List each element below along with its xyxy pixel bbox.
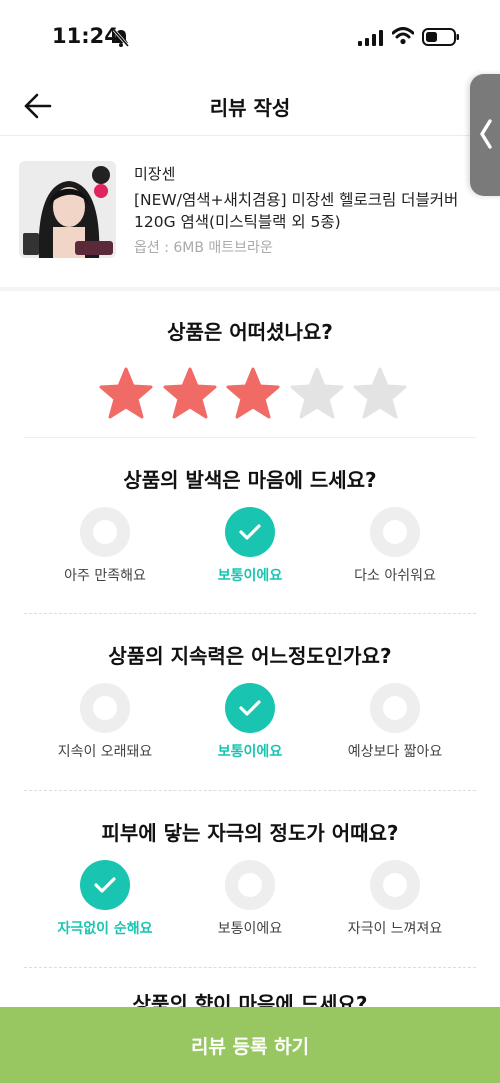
divider [24,613,476,614]
divider [24,967,476,968]
radio-circle-icon[interactable] [80,683,130,733]
options-irritation: 자극없이 순해요 보통이에요 자극이 느껴져요 [40,860,460,940]
question-longevity: 상품의 지속력은 어느정도인가요? [108,644,392,668]
radio-circle-icon[interactable] [370,683,420,733]
check-circle-icon[interactable] [80,860,130,910]
product-option: 옵션 : 6MB 매트브라운 [134,240,273,256]
star-icon[interactable] [225,366,281,422]
options-color: 아주 만족해요 보통이에요 다소 아쉬워요 [40,507,460,587]
submit-review-button[interactable]: 리뷰 등록 하기 [0,1007,500,1083]
option-label: 보통이에요 [217,744,283,760]
rating-question: 상품은 어떠셨나요? [167,320,333,344]
option-label: 보통이에요 [217,921,283,937]
status-bar: 11:24 [0,0,500,72]
product-name: [NEW/염색+새치겸용] 미장센 헬로크림 더블커버 120G 염색(미스틱블… [134,191,459,231]
option-choice[interactable]: 보통이에요 [185,860,315,940]
option-choice[interactable]: 예상보다 짧아요 [330,683,460,763]
option-label: 예상보다 짧아요 [347,744,443,760]
question-irritation: 피부에 닿는 자극의 정도가 어때요? [101,821,399,845]
option-choice[interactable]: 자극이 느껴져요 [330,860,460,940]
section-divider [0,287,500,291]
option-choice[interactable]: 지속이 오래돼요 [40,683,170,763]
option-label: 아주 만족해요 [64,568,146,584]
option-label: 보통이에요 [217,568,283,584]
option-choice[interactable]: 보통이에요 [185,507,315,587]
option-choice[interactable]: 자극없이 순해요 [40,860,170,940]
cellular-signal-icon [358,30,384,50]
options-longevity: 지속이 오래돼요 보통이에요 예상보다 짧아요 [40,683,460,763]
star-icon[interactable] [352,366,408,422]
star-icon[interactable] [289,366,345,422]
option-label: 다소 아쉬워요 [354,568,436,584]
star-icon[interactable] [162,366,218,422]
radio-circle-icon[interactable] [370,860,420,910]
divider [24,790,476,791]
radio-circle-icon[interactable] [370,507,420,557]
bell-muted-icon [112,28,130,52]
option-label: 자극이 느껴져요 [347,921,443,937]
divider [24,437,476,438]
option-choice[interactable]: 보통이에요 [185,683,315,763]
radio-circle-icon[interactable] [80,507,130,557]
product-brand: 미장센 [134,165,176,183]
status-time: 11:24 [52,24,119,48]
page-title: 리뷰 작성 [209,96,291,120]
header: 리뷰 작성 [0,72,500,136]
check-circle-icon[interactable] [225,507,275,557]
radio-circle-icon[interactable] [225,860,275,910]
star-rating[interactable] [98,366,408,422]
star-icon[interactable] [98,366,154,422]
option-choice[interactable]: 다소 아쉬워요 [330,507,460,587]
battery-icon [422,27,460,51]
product-thumbnail [19,161,116,258]
question-color: 상품의 발색은 마음에 드세요? [123,468,377,492]
option-label: 지속이 오래돼요 [57,744,153,760]
option-choice[interactable]: 아주 만족해요 [40,507,170,587]
wifi-icon [391,27,415,49]
option-label: 자극없이 순해요 [57,921,153,937]
product-info: 미장센 [NEW/염색+새치겸용] 미장센 헬로크림 더블커버 120G 염색(… [0,137,500,287]
check-circle-icon[interactable] [225,683,275,733]
